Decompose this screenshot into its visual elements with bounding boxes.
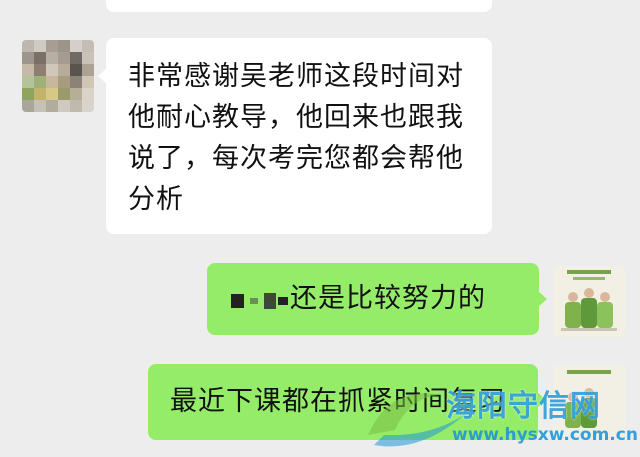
previous-message-bubble — [106, 0, 492, 12]
pixelated-avatar-icon — [22, 40, 94, 112]
message-content: 还是比较努力的 — [231, 278, 486, 320]
redacted-name — [231, 279, 288, 320]
bubble-tail — [538, 291, 547, 307]
watermark-url: www.hysxw.com.cn — [452, 425, 638, 445]
outgoing-message-bubble[interactable]: 还是比较努力的 — [207, 263, 547, 335]
incoming-message-bubble[interactable]: 非常感谢吴老师这段时间对他耐心教导，他回来也跟我说了，每次考完您都会帮他分析 — [98, 38, 492, 234]
illustrated-people-icon — [553, 265, 625, 337]
message-text: 非常感谢吴老师这段时间对他耐心教导，他回来也跟我说了，每次考完您都会帮他分析 — [128, 61, 464, 215]
bubble-tail — [98, 68, 107, 84]
site-watermark: 海阳守信网 www.hysxw.com.cn — [360, 375, 640, 457]
message-text: 还是比较努力的 — [290, 283, 486, 314]
self-avatar[interactable] — [553, 265, 625, 337]
watermark-title: 海阳守信网 — [446, 389, 601, 424]
contact-avatar[interactable] — [22, 40, 94, 112]
